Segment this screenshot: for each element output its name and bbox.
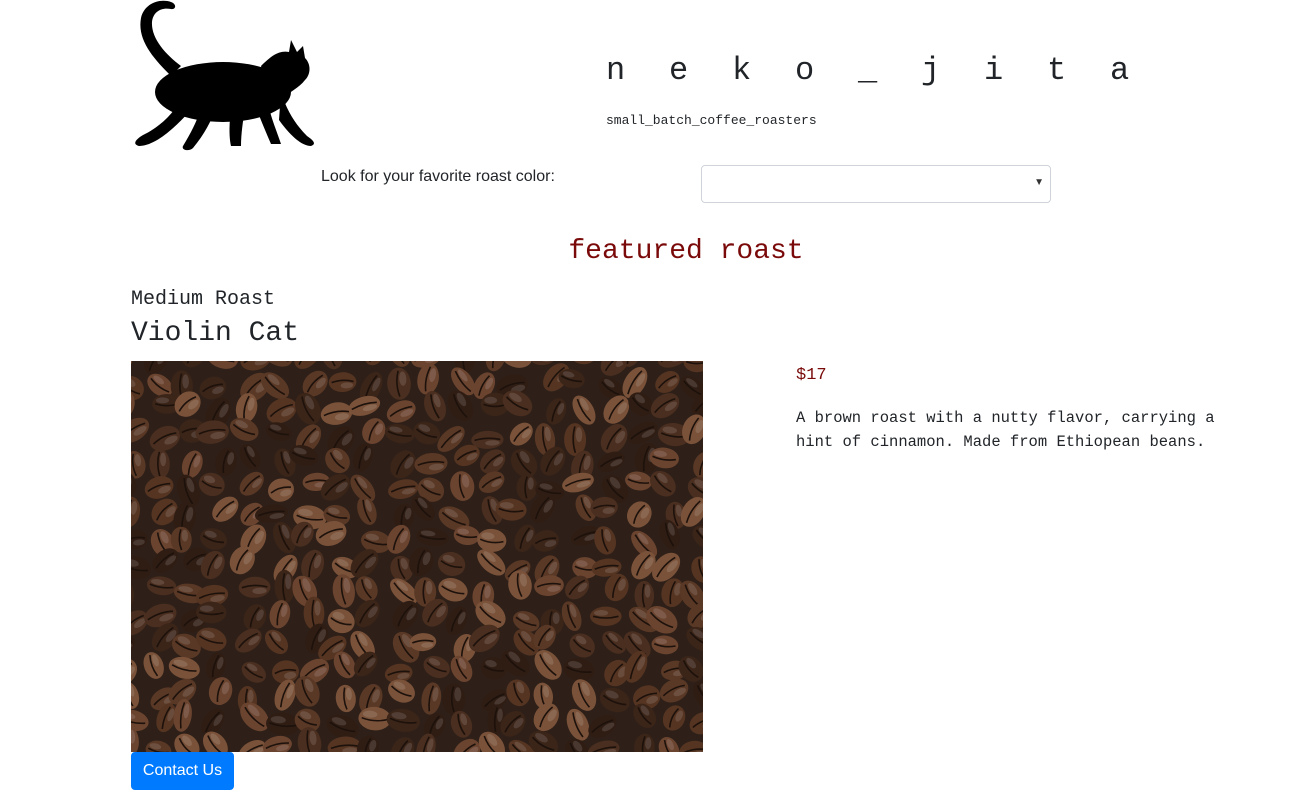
product-description: A brown roast with a nutty flavor, carry…	[796, 409, 1215, 451]
contact-us-button[interactable]: Contact Us	[131, 752, 234, 790]
featured-roast-heading: featured roast	[568, 236, 804, 267]
roast-type: Medium Roast	[131, 288, 276, 311]
product-price: $17	[796, 366, 827, 385]
roast-color-select[interactable]: ▼	[701, 165, 1051, 203]
coffee-beans-image	[131, 361, 703, 752]
chevron-down-icon: ▼	[1034, 177, 1044, 188]
logo	[131, 0, 317, 152]
product-name: Violin Cat	[131, 318, 300, 349]
brand-title: n e k o _ j i t a	[606, 52, 1142, 89]
brand-tagline: small_batch_coffee_roasters	[606, 113, 817, 128]
cat-silhouette-icon	[135, 0, 314, 151]
roast-color-label: Look for your favorite roast color:	[321, 168, 555, 185]
